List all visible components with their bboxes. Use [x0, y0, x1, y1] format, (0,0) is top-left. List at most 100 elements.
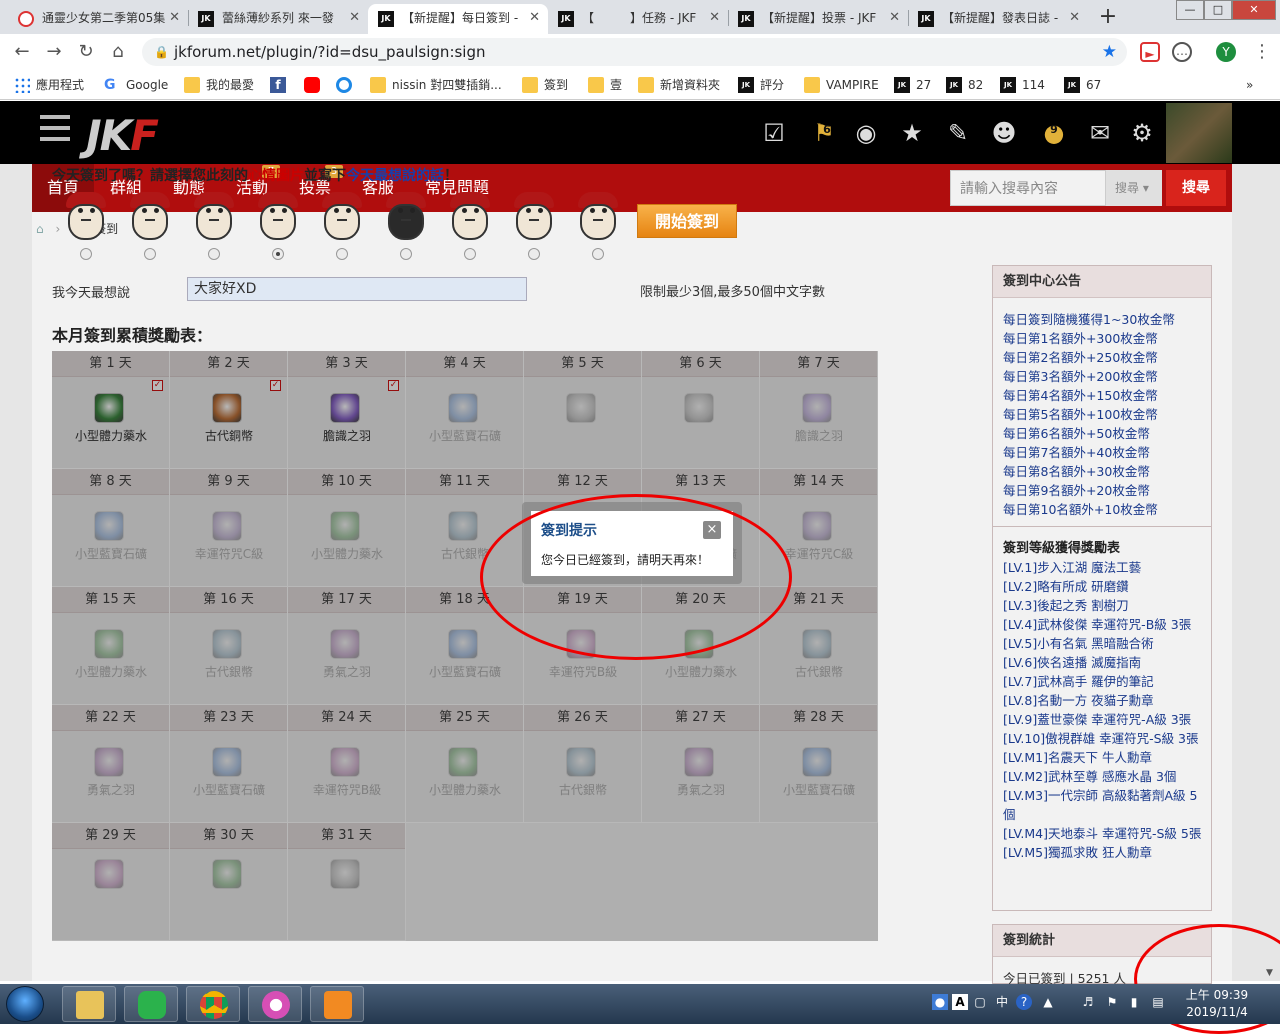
add-user-icon[interactable]: ☻: [990, 119, 1018, 147]
browser-tab[interactable]: JK 蕾絲薄紗系列 來一發 ✕: [188, 4, 368, 34]
gamepad-icon[interactable]: ◉: [852, 119, 880, 147]
browser-tab[interactable]: JK 【新提醒】發表日誌 - ✕: [908, 4, 1088, 34]
mood-radio[interactable]: [592, 248, 604, 260]
bookmark-item[interactable]: JK 評分: [738, 76, 784, 94]
scroll-down-arrow[interactable]: ▼: [1266, 968, 1276, 980]
bookmark-item[interactable]: 壹: [588, 76, 622, 94]
mood-radio[interactable]: [528, 248, 540, 260]
bookmark-item[interactable]: VAMPIRE: [804, 76, 879, 94]
help-icon[interactable]: ?: [1016, 994, 1032, 1010]
mood-face-image[interactable]: [188, 192, 240, 242]
new-tab-button[interactable]: +: [1094, 4, 1122, 32]
battery-icon[interactable]: ▮: [1126, 994, 1142, 1010]
mood-face-image[interactable]: [252, 192, 304, 242]
say-input[interactable]: 大家好XD: [187, 277, 527, 301]
bookmark-item[interactable]: 應用程式: [14, 76, 84, 94]
bookmark-item[interactable]: G Google: [104, 76, 168, 94]
tray-app-icon[interactable]: ●: [932, 994, 948, 1010]
bookmark-item[interactable]: [336, 76, 358, 94]
home-button[interactable]: ⌂: [106, 40, 130, 64]
address-bar[interactable]: 🔒 jkforum.net/plugin/?id=dsu_paulsign:si…: [142, 38, 1127, 66]
bookmarks-more-icon[interactable]: »: [1246, 76, 1253, 94]
level-line[interactable]: [LV.9]蓋世豪傑 幸運符咒-A級 3張: [993, 710, 1211, 729]
taskbar-itunes[interactable]: [248, 986, 302, 1022]
level-line[interactable]: [LV.10]傲視群雄 幸運符咒-S級 3張: [993, 729, 1211, 748]
level-line[interactable]: [LV.M1]名震天下 牛人勳章: [993, 748, 1211, 767]
browser-tab[interactable]: 通靈少女第二季第05集 ✕: [8, 4, 188, 34]
gear-icon[interactable]: ⚙: [1128, 119, 1156, 147]
mood-face-image[interactable]: [124, 192, 176, 242]
taskbar-line[interactable]: [124, 986, 178, 1022]
tray-expand-icon[interactable]: ▲: [1040, 994, 1056, 1010]
level-line[interactable]: [LV.3]後起之秀 割樹刀: [993, 596, 1211, 615]
bookmark-item[interactable]: f: [270, 76, 292, 94]
ime-box-icon[interactable]: ▢: [972, 994, 988, 1010]
mood-face-image[interactable]: [508, 192, 560, 242]
mood-face-image[interactable]: [316, 192, 368, 242]
search-type-select[interactable]: 搜尋 ▾: [1106, 170, 1162, 206]
tab-close-icon[interactable]: ✕: [709, 4, 720, 32]
mood-face-image[interactable]: [380, 192, 432, 242]
taskbar-explorer[interactable]: [62, 986, 116, 1022]
mood-radio[interactable]: [80, 248, 92, 260]
chat-extension-icon[interactable]: ⋯: [1172, 42, 1192, 62]
bookmark-star-icon[interactable]: ★: [1102, 38, 1117, 66]
level-line[interactable]: [LV.5]小有名氣 黑暗融合術: [993, 634, 1211, 653]
bookmark-item[interactable]: 我的最愛: [184, 76, 254, 94]
browser-tab[interactable]: JK 【新提醒】每日簽到 - ✕: [368, 4, 548, 34]
level-line[interactable]: [LV.M5]獨孤求敗 狂人勳章: [993, 843, 1211, 862]
bookmark-item[interactable]: [304, 76, 326, 94]
level-line[interactable]: [LV.1]步入江湖 魔法工藝: [993, 558, 1211, 577]
level-line[interactable]: [LV.2]略有所成 研磨鑽: [993, 577, 1211, 596]
forward-button[interactable]: →: [42, 40, 66, 64]
mood-radio[interactable]: [400, 248, 412, 260]
browser-tab[interactable]: JK 【新提醒】投票 - JKF ✕: [728, 4, 908, 34]
extension-icon[interactable]: ►: [1140, 42, 1160, 62]
ime-lang-icon[interactable]: 中: [994, 994, 1010, 1010]
mail-icon[interactable]: ✉: [1086, 119, 1114, 147]
mood-face-image[interactable]: [444, 192, 496, 242]
search-input[interactable]: 請輸入搜尋內容: [950, 170, 1106, 206]
browser-tab[interactable]: JK 【 】任務 - JKF ✕: [548, 4, 728, 34]
maximize-button[interactable]: □: [1204, 0, 1232, 20]
hamburger-menu-icon[interactable]: [40, 115, 70, 141]
edit-icon[interactable]: ✎: [944, 119, 972, 147]
checkbox-icon[interactable]: ☑: [760, 119, 788, 147]
bookmark-item[interactable]: JK 82: [946, 76, 983, 94]
reload-button[interactable]: ↻: [74, 40, 98, 64]
search-button[interactable]: 搜尋: [1166, 170, 1226, 206]
start-button[interactable]: [6, 986, 44, 1022]
network-icon[interactable]: ▤: [1150, 994, 1166, 1010]
tab-close-icon[interactable]: ✕: [889, 4, 900, 32]
bookmark-item[interactable]: JK 114: [1000, 76, 1045, 94]
bookmark-item[interactable]: JK 67: [1064, 76, 1101, 94]
tab-close-icon[interactable]: ✕: [1069, 4, 1080, 32]
taskbar-chrome[interactable]: [186, 986, 240, 1022]
mood-radio[interactable]: [464, 248, 476, 260]
level-line[interactable]: [LV.7]武林高手 羅伊的筆記: [993, 672, 1211, 691]
profile-avatar[interactable]: Y: [1216, 42, 1236, 62]
site-logo[interactable]: JKF: [86, 111, 159, 160]
mood-radio[interactable]: [144, 248, 156, 260]
mood-radio[interactable]: [272, 248, 284, 260]
tab-close-icon[interactable]: ✕: [529, 4, 540, 32]
mood-radio[interactable]: [208, 248, 220, 260]
back-button[interactable]: ←: [10, 40, 34, 64]
ime-mode-icon[interactable]: A: [952, 994, 968, 1010]
close-window-button[interactable]: ✕: [1232, 0, 1276, 20]
user-avatar[interactable]: [1166, 103, 1232, 163]
level-line[interactable]: [LV.6]俠名遠播 滅魔指南: [993, 653, 1211, 672]
bookmark-item[interactable]: 新增資料夾: [638, 76, 720, 94]
level-line[interactable]: [LV.4]武林俊傑 幸運符咒-B級 3張: [993, 615, 1211, 634]
mood-face-image[interactable]: [60, 192, 112, 242]
level-line[interactable]: [LV.M3]一代宗師 高級黏著劑A級 5個: [993, 786, 1211, 824]
menu-icon[interactable]: ⋮: [1250, 40, 1274, 64]
mood-radio[interactable]: [336, 248, 348, 260]
start-sign-button[interactable]: 開始簽到: [637, 204, 737, 238]
bookmark-item[interactable]: nissin 對四雙插銷...: [370, 76, 502, 94]
level-line[interactable]: [LV.M4]天地泰斗 幸運符咒-S級 5張: [993, 824, 1211, 843]
taskbar-media[interactable]: [310, 986, 364, 1022]
bookmark-item[interactable]: 簽到: [522, 76, 568, 94]
tab-close-icon[interactable]: ✕: [349, 4, 360, 32]
star-icon[interactable]: ★: [898, 119, 926, 147]
